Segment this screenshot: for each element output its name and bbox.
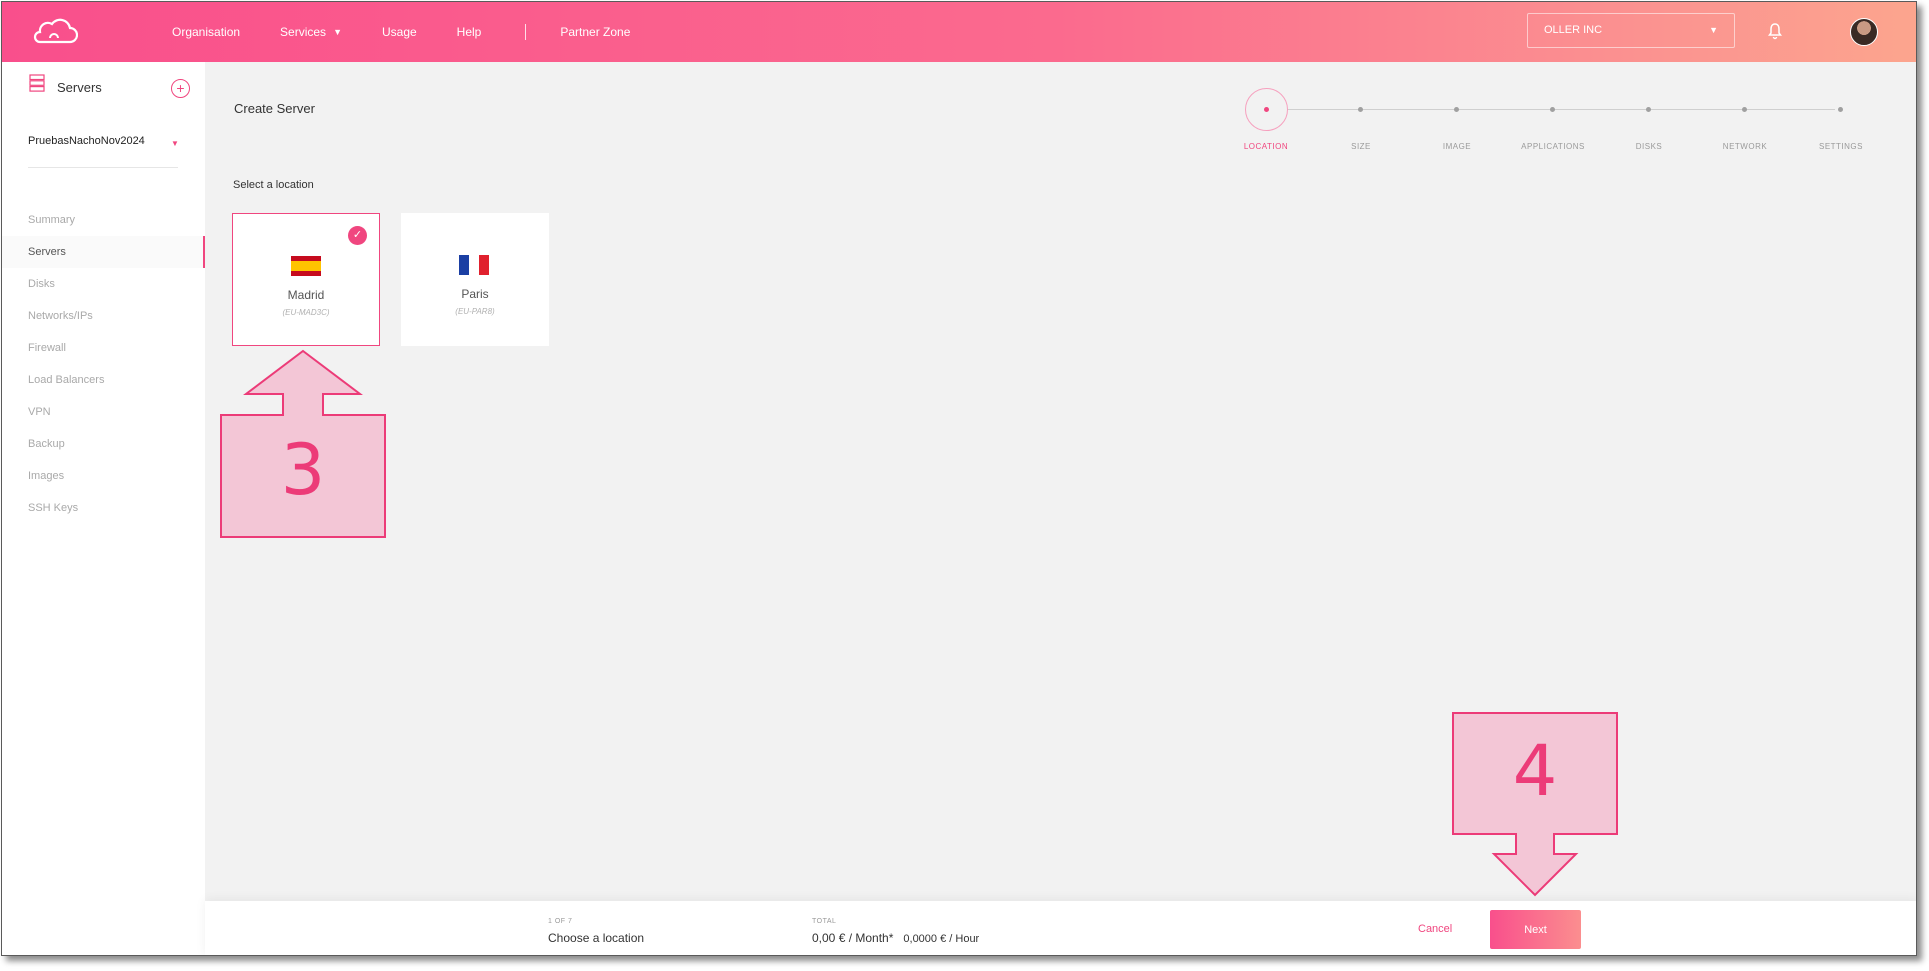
sidebar-item-firewall[interactable]: Firewall — [2, 332, 205, 364]
step-ring-location — [1245, 88, 1288, 131]
price-month: 0,00 € / Month* — [812, 931, 894, 945]
sidebar-item-disks[interactable]: Disks — [2, 268, 205, 300]
step-label-applications: APPLICATIONS — [1521, 142, 1585, 151]
main-nav: Organisation Services ▼ Usage Help Partne… — [172, 2, 670, 62]
sidebar-item-images[interactable]: Images — [2, 460, 205, 492]
step-dot-applications — [1550, 107, 1555, 112]
section-label: Select a location — [233, 179, 314, 191]
add-server-button[interactable]: + — [171, 79, 190, 98]
sidebar-item-backup[interactable]: Backup — [2, 428, 205, 460]
annotation-callout-3: 3 — [220, 349, 386, 538]
step-counter: 1 OF 7 — [548, 918, 573, 925]
chevron-down-icon: ▼ — [1709, 25, 1718, 35]
location-card-madrid[interactable]: ✓ Madrid (EU-MAD3C) — [232, 213, 380, 346]
nav-help[interactable]: Help — [457, 25, 482, 39]
nav-label: Services — [280, 25, 327, 39]
location-card-paris[interactable]: Paris (EU-PAR8) — [401, 213, 549, 346]
price-hour: 0,0000 € / Hour — [903, 933, 980, 945]
sidebar-item-ssh-keys[interactable]: SSH Keys — [2, 492, 205, 524]
nav-organisation[interactable]: Organisation — [172, 25, 240, 39]
nav-partner-zone[interactable]: Partner Zone — [560, 25, 630, 39]
nav-label: Usage — [381, 25, 417, 39]
location-name: Paris — [461, 287, 489, 301]
wizard-footer: 1 OF 7 Choose a location TOTAL 0,00 € / … — [205, 901, 1916, 955]
nav-usage[interactable]: Usage — [382, 25, 417, 39]
sidebar-item-summary[interactable]: Summary — [2, 204, 205, 236]
step-label-location: LOCATION — [1243, 142, 1289, 151]
sidebar-divider — [28, 167, 178, 168]
step-dot-disks — [1646, 107, 1651, 112]
organisation-select-value: OLLER INC — [1544, 24, 1603, 36]
step-label-network: NETWORK — [1722, 142, 1768, 151]
nav-label: Help — [456, 25, 482, 39]
cancel-button[interactable]: Cancel — [1418, 923, 1452, 935]
step-dot-size — [1358, 107, 1363, 112]
location-code: (EU-MAD3C) — [282, 308, 330, 317]
step-label-settings: SETTINGS — [1818, 142, 1863, 151]
annotation-number: 4 — [1512, 730, 1558, 812]
price-summary: 0,00 € / Month* 0,0000 € / Hour — [812, 931, 979, 945]
step-label-disks: DISKS — [1635, 142, 1663, 151]
step-dot-image — [1454, 107, 1459, 112]
organisation-select[interactable]: OLLER INC ▼ — [1527, 13, 1735, 48]
server-icon — [29, 74, 45, 92]
total-label: TOTAL — [812, 918, 837, 925]
sidebar-item-networks-ips[interactable]: Networks/IPs — [2, 300, 205, 332]
chevron-down-icon: ▼ — [333, 27, 342, 37]
sidebar-item-vpn[interactable]: VPN — [2, 396, 205, 428]
app-window: Organisation Services ▼ Usage Help Partne… — [1, 1, 1917, 956]
sidebar-title: Servers — [57, 80, 102, 95]
france-flag-icon — [459, 255, 489, 275]
nav-divider — [525, 24, 527, 40]
step-dot-network — [1742, 107, 1747, 112]
page-title: Create Server — [234, 101, 315, 116]
nav-label: Partner Zone — [560, 25, 631, 39]
bell-icon[interactable] — [1767, 22, 1783, 40]
spain-flag-icon — [291, 256, 321, 276]
sidebar: Servers + PruebasNachoNov2024 ▼ Summary … — [2, 62, 205, 955]
user-avatar[interactable] — [1850, 18, 1878, 46]
sidebar-item-servers[interactable]: Servers — [2, 236, 205, 268]
chevron-down-icon[interactable]: ▼ — [171, 139, 179, 148]
annotation-number: 3 — [280, 429, 326, 511]
sidebar-item-load-balancers[interactable]: Load Balancers — [2, 364, 205, 396]
location-name: Madrid — [287, 288, 325, 302]
step-description: Choose a location — [548, 931, 645, 945]
nav-label: Organisation — [172, 25, 241, 39]
nav-services[interactable]: Services ▼ — [280, 25, 342, 39]
next-button[interactable]: Next — [1490, 910, 1581, 949]
annotation-callout-4: 4 — [1452, 712, 1618, 897]
checkmark-icon: ✓ — [348, 226, 367, 245]
step-label-image: IMAGE — [1442, 142, 1472, 151]
sidebar-menu: Summary Servers Disks Networks/IPs Firew… — [2, 204, 205, 524]
wizard-stepper: LOCATION SIZE IMAGE APPLICATIONS DISKS N… — [1244, 88, 1863, 158]
cloud-logo-icon[interactable] — [32, 18, 78, 46]
step-dot-settings — [1838, 107, 1843, 112]
location-code: (EU-PAR8) — [455, 307, 495, 316]
project-selector[interactable]: PruebasNachoNov2024 — [28, 135, 145, 147]
top-navigation-bar: Organisation Services ▼ Usage Help Partne… — [2, 2, 1916, 62]
step-label-size: SIZE — [1351, 142, 1371, 151]
